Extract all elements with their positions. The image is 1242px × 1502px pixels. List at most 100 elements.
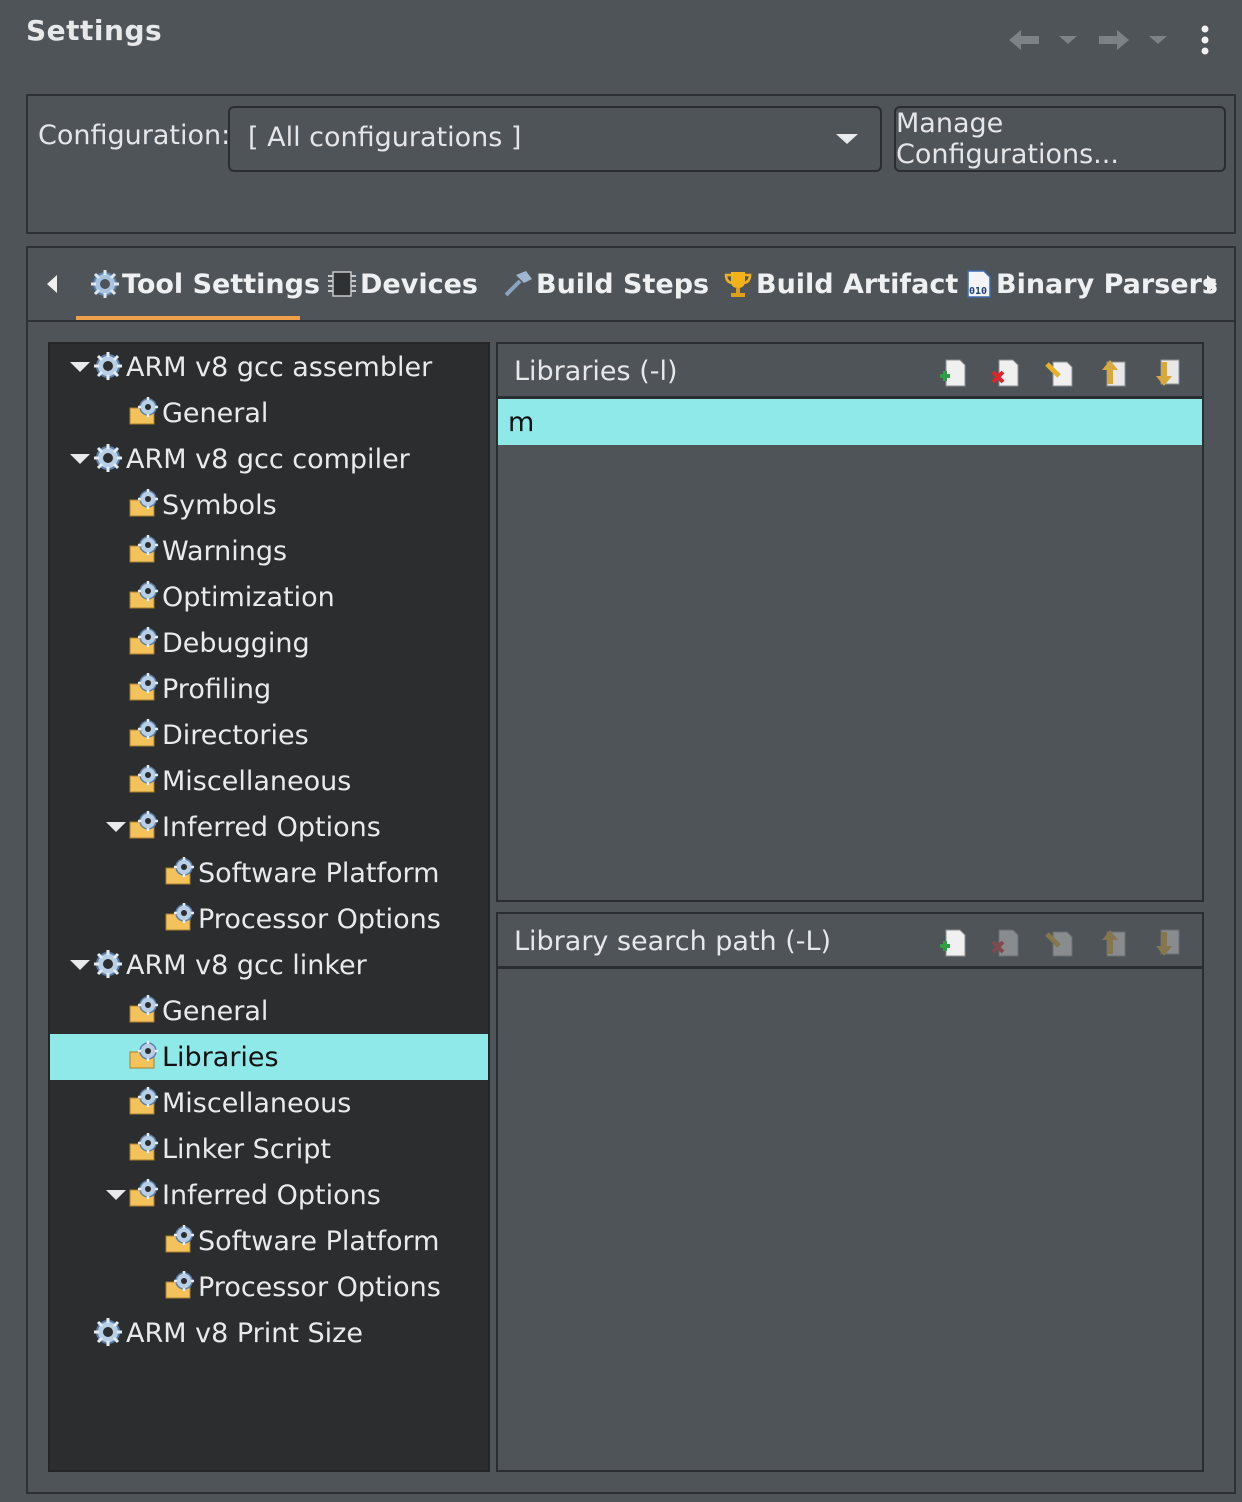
gear-icon (91, 270, 119, 298)
option-folder-icon (128, 1132, 160, 1164)
forward-arrow-icon[interactable] (1094, 22, 1134, 58)
libraries-panel-header: Libraries (-l) (498, 344, 1202, 399)
delete-icon[interactable] (991, 358, 1021, 388)
tab-label: Build Steps (536, 268, 710, 300)
tab-build-artifact[interactable]: Build Artifact (722, 264, 958, 304)
library-name: m (508, 406, 535, 438)
option-folder-icon (128, 672, 160, 704)
tree-item-label: Directories (162, 720, 309, 751)
tree-item-label: General (162, 398, 269, 429)
tree-item[interactable]: Miscellaneous (50, 758, 488, 804)
move-up-icon (1099, 928, 1129, 958)
edit-icon (1045, 928, 1075, 958)
option-folder-icon (164, 1224, 196, 1256)
libraries-title: Libraries (-l) (514, 356, 678, 387)
tree-item[interactable]: Libraries (50, 1034, 488, 1080)
tool-gear-icon (92, 442, 124, 474)
tab-label: Devices (360, 268, 478, 300)
manage-configurations-button[interactable]: Manage Configurations... (894, 106, 1226, 172)
tab-devices[interactable]: Devices (326, 264, 478, 304)
hammer-icon (504, 271, 532, 297)
option-folder-icon (128, 1040, 160, 1072)
tree-item-label: ARM v8 gcc compiler (126, 444, 410, 475)
configuration-select[interactable]: [ All configurations ] (228, 106, 882, 172)
move-up-icon[interactable] (1099, 358, 1129, 388)
tab-build-steps[interactable]: Build Steps (502, 264, 709, 304)
tree-item[interactable]: Processor Options (50, 1264, 488, 1310)
expand-twisty-icon[interactable] (70, 960, 90, 970)
option-folder-icon (128, 718, 160, 750)
tree-item-label: Libraries (162, 1042, 279, 1073)
tree-item[interactable]: General (50, 390, 488, 436)
option-folder-icon (128, 534, 160, 566)
tab-scroll-right-icon[interactable] (1200, 266, 1224, 302)
forward-dropdown-icon[interactable] (1144, 22, 1172, 58)
tree-item-label: Processor Options (198, 1272, 441, 1303)
expand-twisty-icon[interactable] (70, 454, 90, 464)
tab-tool-settings[interactable]: Tool Settings (90, 264, 320, 304)
tree-item-label: ARM v8 Print Size (126, 1318, 363, 1349)
option-folder-icon (128, 1086, 160, 1118)
option-folder-icon (128, 1178, 160, 1210)
tab-label: Build Artifact (756, 268, 959, 300)
option-folder-icon (164, 1270, 196, 1302)
chip-icon (328, 271, 356, 297)
add-icon[interactable] (938, 358, 968, 388)
move-down-icon[interactable] (1153, 358, 1183, 388)
tree-item[interactable]: General (50, 988, 488, 1034)
tool-gear-icon (92, 350, 124, 382)
more-menu-icon[interactable] (1190, 22, 1220, 58)
tree-item-label: ARM v8 gcc assembler (126, 352, 433, 383)
option-folder-icon (128, 994, 160, 1026)
tab-scroll-left-icon[interactable] (40, 266, 64, 302)
tree-item-label: Warnings (162, 536, 288, 567)
expand-twisty-icon[interactable] (70, 362, 90, 372)
tool-gear-icon (92, 948, 124, 980)
add-icon[interactable] (938, 928, 968, 958)
tree-item[interactable]: Processor Options (50, 896, 488, 942)
tree-item[interactable]: Profiling (50, 666, 488, 712)
tree-item-label: Processor Options (198, 904, 441, 935)
expand-twisty-icon[interactable] (106, 822, 126, 832)
expand-twisty-icon[interactable] (106, 1190, 126, 1200)
tree-item[interactable]: ARM v8 Print Size (50, 1310, 488, 1356)
tree-item-label: Inferred Options (162, 1180, 381, 1211)
tree-item-label: General (162, 996, 269, 1027)
tree-item[interactable]: Optimization (50, 574, 488, 620)
tree-item-label: ARM v8 gcc linker (126, 950, 367, 981)
tree-item[interactable]: Symbols (50, 482, 488, 528)
option-folder-icon (128, 764, 160, 796)
tree-item[interactable]: Linker Script (50, 1126, 488, 1172)
tree-item[interactable]: Inferred Options (50, 1172, 488, 1218)
edit-icon[interactable] (1045, 358, 1075, 388)
option-folder-icon (164, 902, 196, 934)
tree-item[interactable]: Inferred Options (50, 804, 488, 850)
back-arrow-icon[interactable] (1004, 22, 1044, 58)
chevron-down-icon (836, 134, 858, 144)
tree-item-label: Debugging (162, 628, 310, 659)
binary-file-icon: 010 (967, 270, 991, 298)
back-dropdown-icon[interactable] (1054, 22, 1082, 58)
svg-text:010: 010 (969, 286, 987, 297)
tree-item[interactable]: Software Platform (50, 1218, 488, 1264)
tree-item[interactable]: Software Platform (50, 850, 488, 896)
tree-item-label: Profiling (162, 674, 272, 705)
tree-item[interactable]: ARM v8 gcc assembler (50, 344, 488, 390)
tree-item[interactable]: Warnings (50, 528, 488, 574)
tree-item-label: Inferred Options (162, 812, 381, 843)
option-folder-icon (128, 488, 160, 520)
option-folder-icon (128, 580, 160, 612)
tree-item[interactable]: Debugging (50, 620, 488, 666)
tree-item[interactable]: ARM v8 gcc linker (50, 942, 488, 988)
configuration-label: Configuration: (38, 120, 231, 151)
tree-item[interactable]: Miscellaneous (50, 1080, 488, 1126)
list-item[interactable]: m (498, 399, 1202, 445)
tree-item[interactable]: Directories (50, 712, 488, 758)
tree-item[interactable]: ARM v8 gcc compiler (50, 436, 488, 482)
tab-label: Binary Parsers (996, 268, 1218, 300)
move-down-icon (1153, 928, 1183, 958)
tree-item-label: Linker Script (162, 1134, 331, 1165)
tab-binary-parsers[interactable]: 010 Binary Parsers (964, 264, 1218, 304)
library-search-path-panel: Library search path (-L) (496, 912, 1204, 1472)
tree-item-label: Miscellaneous (162, 766, 352, 797)
